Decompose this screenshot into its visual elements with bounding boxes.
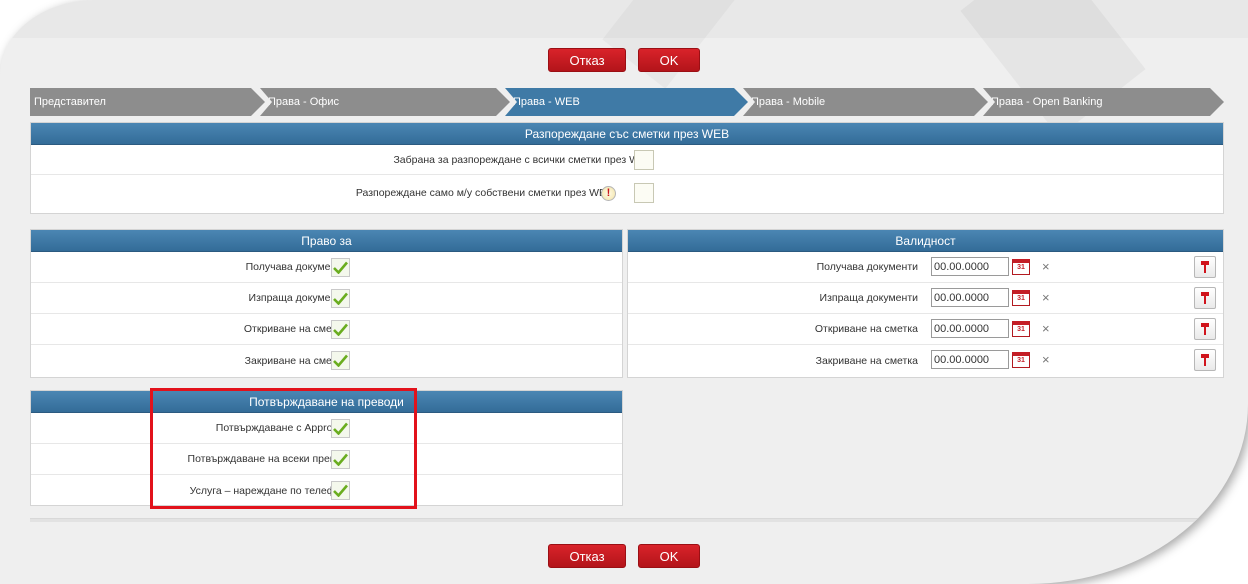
row-label: Изпраща документи <box>819 292 918 304</box>
row-label: Закриване на сметка <box>815 354 918 367</box>
check-icon <box>333 323 348 336</box>
warning-icon[interactable]: ! <box>601 185 616 201</box>
validity-row: Получава документи 31 × <box>628 252 1223 283</box>
calendar-icon[interactable]: 31 <box>1012 259 1030 275</box>
background-watermark <box>960 0 1146 137</box>
receive-documents-checkbox[interactable] <box>331 257 350 277</box>
own-accounts-only-checkbox[interactable] <box>634 183 654 203</box>
send-documents-checkbox[interactable] <box>331 288 350 308</box>
row-label: Разпореждане само м/у собствени сметки п… <box>355 187 613 199</box>
revoke-icon[interactable] <box>1194 349 1216 371</box>
open-account-checkbox[interactable] <box>331 319 350 339</box>
step-rights-office[interactable]: Права - Офис <box>260 88 510 116</box>
validity-row: Закриване на сметка 31 × <box>628 345 1223 376</box>
validity-row: Изпраща документи 31 × <box>628 283 1223 314</box>
validity-row: Откриване на сметка 31 × <box>628 314 1223 345</box>
background-watermark <box>602 0 757 89</box>
highlight-box <box>150 388 417 509</box>
clear-date-icon[interactable]: × <box>1042 352 1050 367</box>
screenshot-frame: Отказ OK Представител Права - Офис Права… <box>0 0 1248 584</box>
rights-row: Изпраща документи <box>31 283 622 314</box>
cancel-button-top[interactable]: Отказ <box>548 48 626 72</box>
check-icon <box>333 261 348 274</box>
send-documents-date-input[interactable] <box>931 288 1009 307</box>
calendar-icon[interactable]: 31 <box>1012 321 1030 337</box>
row-label: Откриване на сметка <box>814 323 918 335</box>
panel-title: Разпореждане със сметки през WEB <box>31 123 1223 145</box>
close-account-checkbox[interactable] <box>331 351 350 370</box>
revoke-icon[interactable] <box>1194 256 1216 278</box>
revoke-icon[interactable] <box>1194 318 1216 340</box>
calendar-icon[interactable]: 31 <box>1012 290 1030 306</box>
clear-date-icon[interactable]: × <box>1042 290 1050 305</box>
calendar-icon[interactable]: 31 <box>1012 352 1030 368</box>
rights-row: Закриване на сметка <box>31 345 622 376</box>
panel-title: Право за <box>31 230 622 252</box>
ok-button-bottom[interactable]: OK <box>638 544 700 568</box>
revoke-icon[interactable] <box>1194 287 1216 309</box>
wizard-steps: Представител Права - Офис Права - WEB Пр… <box>30 88 1224 116</box>
clear-date-icon[interactable]: × <box>1042 321 1050 336</box>
check-icon <box>333 292 348 305</box>
panel-title: Валидност <box>628 230 1223 252</box>
check-icon <box>333 354 348 367</box>
row-label: Получава документи <box>816 261 918 273</box>
row-label: Забрана за разпореждане с всички сметки … <box>393 153 653 166</box>
ban-all-web-checkbox[interactable] <box>634 149 654 170</box>
rights-row: Получава документи <box>31 252 622 283</box>
web-row: Забрана за разпореждане с всички сметки … <box>31 145 1223 175</box>
open-account-date-input[interactable] <box>931 319 1009 338</box>
clear-date-icon[interactable]: × <box>1042 259 1050 274</box>
cancel-button-bottom[interactable]: Отказ <box>548 544 626 568</box>
step-representative[interactable]: Представител <box>30 88 265 116</box>
step-rights-mobile[interactable]: Права - Mobile <box>743 88 988 116</box>
divider <box>30 518 1224 522</box>
rights-row: Откриване на сметка <box>31 314 622 345</box>
ok-button-top[interactable]: OK <box>638 48 700 72</box>
receive-documents-date-input[interactable] <box>931 257 1009 276</box>
web-disposal-panel: Разпореждане със сметки през WEB Забрана… <box>30 122 1224 214</box>
validity-panel: Валидност Получава документи 31 × Изпращ… <box>627 229 1224 378</box>
web-row: Разпореждане само м/у собствени сметки п… <box>31 175 1223 211</box>
step-rights-web[interactable]: Права - WEB <box>505 88 748 116</box>
step-rights-open-banking[interactable]: Права - Open Banking <box>983 88 1224 116</box>
close-account-date-input[interactable] <box>931 350 1009 369</box>
rights-panel: Право за Получава документи Изпраща доку… <box>30 229 623 378</box>
